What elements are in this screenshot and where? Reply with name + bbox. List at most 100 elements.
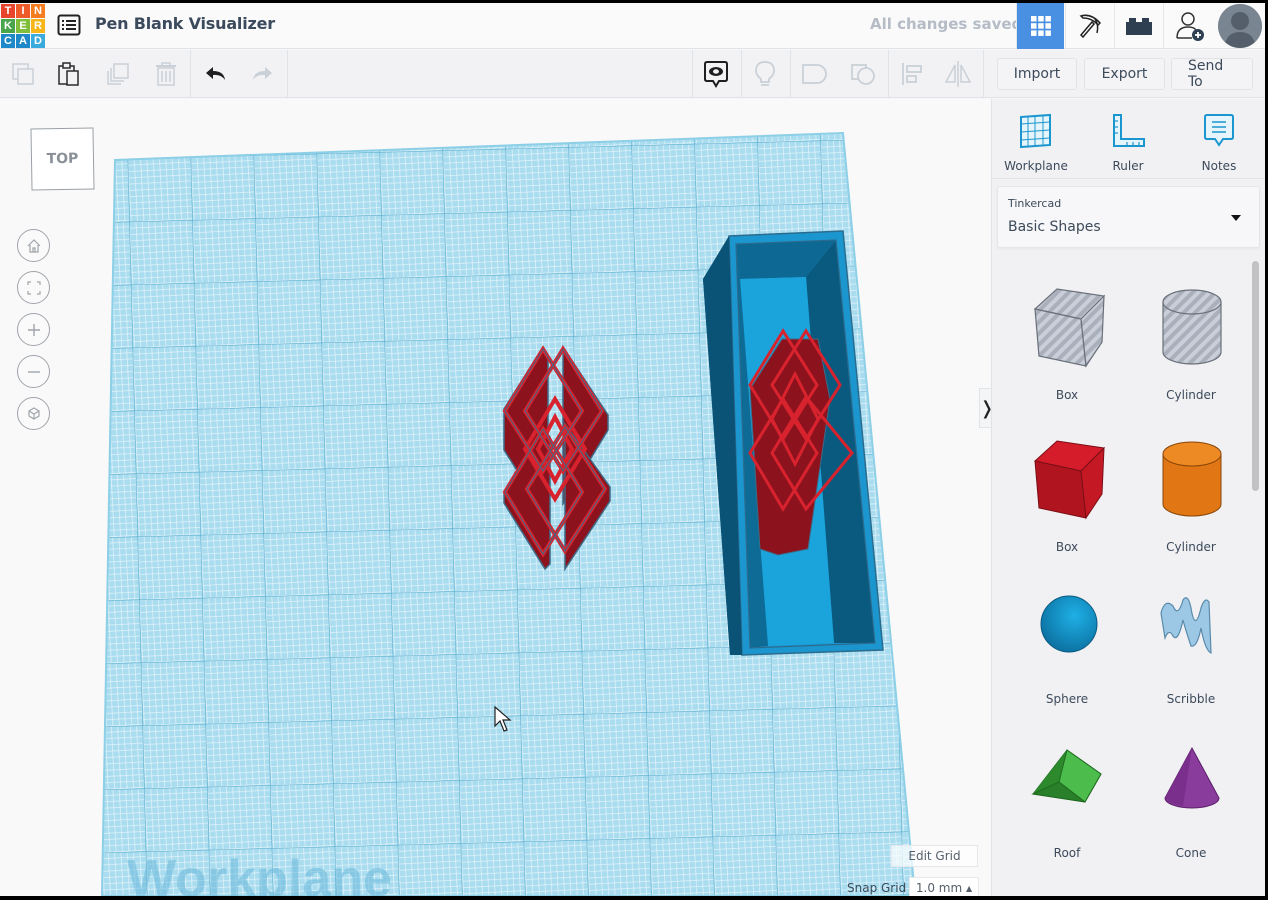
library-source: Tinkercad [1008, 197, 1062, 210]
list-menu-icon [57, 14, 81, 36]
fit-to-view-icon [26, 280, 41, 295]
shape-sphere[interactable]: Sphere [1007, 578, 1127, 718]
shape-scribble[interactable]: Scribble [1131, 578, 1247, 718]
toolbar-divider [190, 50, 191, 98]
copy-icon [12, 63, 34, 85]
top-bar: T I N K E R C A D Pen Blank Visualizer A… [0, 3, 1265, 49]
shapes-grid: Box Cylinder Box Cylinder Sphere Scribbl… [997, 259, 1247, 896]
undo-button[interactable] [198, 56, 234, 92]
user-avatar[interactable] [1215, 3, 1265, 49]
workplane-tool-label: Workplane [1004, 159, 1068, 173]
ungroup-shapes-icon [851, 64, 875, 85]
duplicate-icon [107, 63, 129, 85]
logo-letter: C [1, 34, 15, 48]
trash-icon [156, 62, 176, 86]
sphere-icon [1040, 595, 1098, 653]
delete-button[interactable] [148, 56, 184, 92]
workplane-tool-button[interactable]: Workplane [996, 111, 1076, 173]
ruler-tool-button[interactable]: Ruler [1088, 111, 1168, 173]
logo-letter: I [16, 4, 30, 18]
minus-icon [27, 370, 40, 373]
redo-arrow-icon [253, 67, 272, 80]
logo-letter: T [1, 4, 15, 18]
shape-label: Cone [1175, 846, 1207, 860]
copy-button[interactable] [5, 56, 41, 92]
toolbar-divider [287, 50, 288, 98]
shape-label: Box [1055, 540, 1079, 554]
shape-box[interactable]: Box [1007, 426, 1127, 566]
shape-box-hole[interactable]: Box [1007, 274, 1127, 414]
tinkercad-logo[interactable]: T I N K E R C A D [0, 3, 45, 48]
logo-letter: K [1, 19, 15, 33]
3d-viewport[interactable]: Workplane TOP Edit Grid Snap Grid 1.0 mm… [0, 99, 990, 896]
toolbar-divider [983, 50, 984, 98]
grid-icon [1030, 16, 1051, 36]
export-button[interactable]: Export [1084, 58, 1165, 90]
toolbar-divider [692, 50, 693, 98]
shape-label: Scribble [1166, 692, 1216, 706]
view-cube[interactable]: TOP [30, 127, 95, 191]
toolbar-divider [790, 50, 791, 98]
paste-button[interactable] [51, 56, 87, 92]
roof-icon [1031, 749, 1102, 803]
perspective-toggle-button[interactable] [17, 397, 50, 430]
zoom-out-button[interactable] [17, 355, 50, 388]
align-button[interactable] [894, 56, 930, 92]
shape-label: Sphere [1045, 692, 1089, 706]
shape-cone[interactable]: Cone [1131, 732, 1247, 872]
notes-icon [1204, 114, 1234, 147]
shapes-panel: Workplane Ruler Notes Tinkercad Basic Sh… [991, 99, 1265, 896]
invite-button[interactable] [1163, 3, 1215, 49]
align-icon [902, 63, 922, 85]
home-view-button[interactable] [17, 229, 50, 262]
workplane-scene[interactable]: Workplane [0, 99, 990, 896]
logo-letter: R [31, 19, 45, 33]
plus-icon [27, 323, 40, 336]
mirror-button[interactable] [940, 56, 976, 92]
minecraft-view-button[interactable] [1065, 3, 1113, 49]
ungroup-button[interactable] [845, 56, 881, 92]
notes-tool-button[interactable]: Notes [1179, 111, 1259, 173]
paste-icon [58, 62, 79, 86]
design-menu-button[interactable] [57, 14, 81, 36]
eye-bubble-icon [704, 61, 728, 88]
group-button[interactable] [796, 56, 832, 92]
import-button[interactable]: Import [997, 58, 1077, 90]
shape-cylinder[interactable]: Cylinder [1131, 426, 1247, 566]
send-to-button[interactable]: Send To [1171, 58, 1253, 90]
toolbar-divider [888, 50, 889, 98]
lightbulb-icon [755, 61, 775, 86]
3d-design-view-button[interactable] [1016, 3, 1064, 49]
dropdown-caret-icon [1231, 215, 1241, 221]
design-title[interactable]: Pen Blank Visualizer [95, 14, 275, 33]
snap-grid-select[interactable]: 1.0 mm ▲ [909, 877, 979, 896]
logo-letter: E [16, 19, 30, 33]
pickaxe-icon [1079, 14, 1101, 39]
shape-label: Roof [1053, 846, 1081, 860]
bricks-view-button[interactable] [1114, 3, 1162, 49]
red-box-icon [1033, 440, 1106, 520]
show-notes-button[interactable] [698, 56, 734, 92]
edit-grid-button[interactable]: Edit Grid [891, 845, 978, 867]
library-name: Basic Shapes [1008, 219, 1101, 235]
redo-button[interactable] [244, 56, 280, 92]
shape-cylinder-hole[interactable]: Cylinder [1131, 274, 1247, 414]
shape-roof[interactable]: Roof [1007, 732, 1127, 872]
shapes-scrollbar[interactable] [1252, 261, 1259, 491]
logo-letter: A [16, 34, 30, 48]
light-bulb-button[interactable] [747, 56, 783, 92]
mirror-icon [944, 61, 972, 87]
panel-divider [992, 178, 1265, 179]
zoom-in-button[interactable] [17, 313, 50, 346]
duplicate-button[interactable] [100, 56, 136, 92]
ruler-icon [1113, 114, 1145, 147]
add-user-icon [1175, 12, 1204, 41]
workplane-icon [1020, 113, 1051, 149]
cone-icon [1164, 746, 1220, 809]
save-status: All changes saved [870, 15, 1023, 33]
shape-library-dropdown[interactable]: Tinkercad Basic Shapes [997, 186, 1260, 248]
fit-view-button[interactable] [17, 271, 50, 304]
edit-toolbar: Import Export Send To [0, 50, 1265, 98]
lego-brick-icon [1125, 18, 1152, 35]
logo-letter: N [31, 4, 45, 18]
